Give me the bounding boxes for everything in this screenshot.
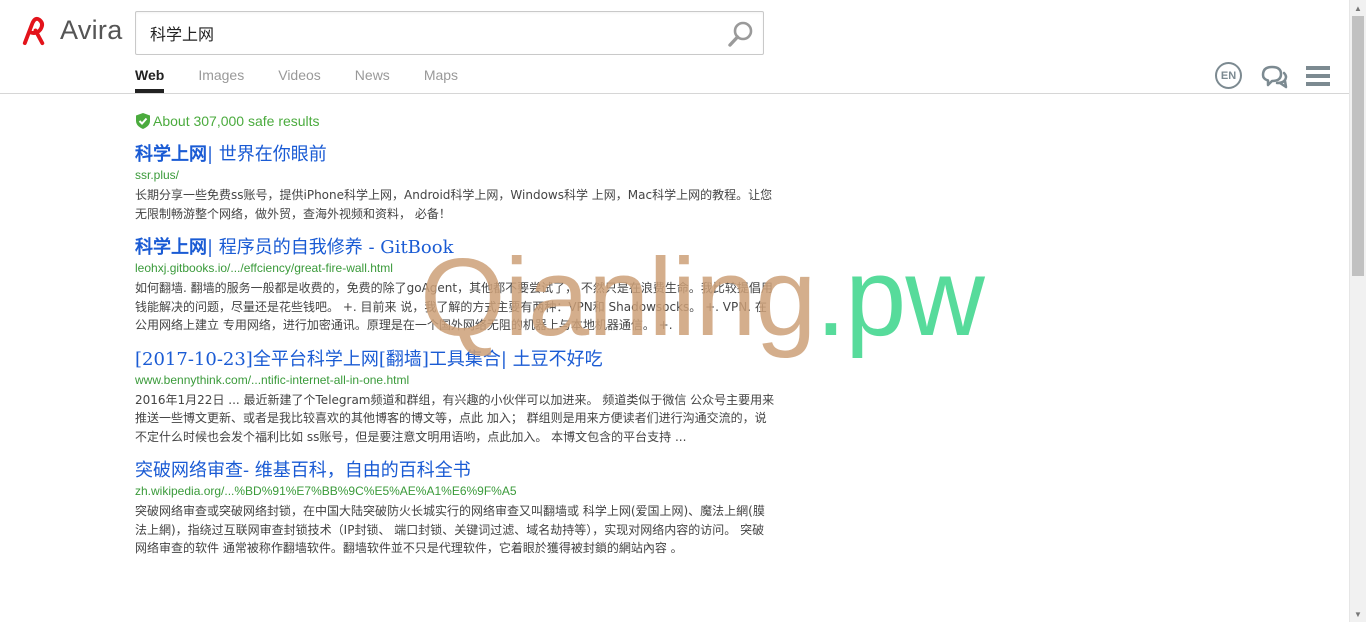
result-snippet: 长期分享一些免费ss账号，提供iPhone科学上网，Android科学上网，Wi… bbox=[135, 188, 773, 221]
green-shield-check-icon bbox=[136, 113, 150, 129]
results-count-text: About 307,000 safe results bbox=[153, 113, 320, 129]
tab-news[interactable]: News bbox=[355, 62, 390, 93]
result-url[interactable]: www.bennythink.com/...ntific-internet-al… bbox=[135, 372, 775, 388]
result-title-link[interactable]: [2017-10-23]全平台科学上网[翻墙]工具集合| 土豆不好吃 bbox=[135, 349, 775, 371]
search-icon[interactable] bbox=[727, 20, 755, 48]
result-title-link[interactable]: 科学上网| 世界在你眼前 bbox=[135, 144, 775, 166]
vertical-scrollbar[interactable]: ▲ ▼ bbox=[1349, 0, 1366, 622]
result-item: 科学上网| 程序员的自我修养 - GitBook leohxj.gitbooks… bbox=[135, 237, 775, 335]
scroll-down-arrow-icon[interactable]: ▼ bbox=[1350, 606, 1366, 622]
language-button[interactable]: EN bbox=[1215, 62, 1242, 89]
tab-maps[interactable]: Maps bbox=[424, 62, 458, 93]
tab-web[interactable]: Web bbox=[135, 62, 165, 93]
avira-logo[interactable]: Avira bbox=[19, 14, 123, 47]
result-snippet: 突破网络审查或突破网络封锁，在中国大陆突破防火长城实行的网络审查又叫翻墙或 科学… bbox=[135, 504, 765, 555]
search-box bbox=[135, 11, 764, 55]
hamburger-menu-icon[interactable] bbox=[1306, 65, 1330, 86]
chat-bubbles-icon[interactable] bbox=[1260, 63, 1290, 89]
header-bar: Avira Web Images Videos News Maps EN bbox=[0, 0, 1350, 94]
search-tabs: Web Images Videos News Maps bbox=[135, 62, 492, 93]
result-url[interactable]: zh.wikipedia.org/...%BD%91%E7%BB%9C%E5%A… bbox=[135, 483, 775, 499]
tab-videos[interactable]: Videos bbox=[278, 62, 321, 93]
results-list: About 307,000 safe results 科学上网| 世界在你眼前 … bbox=[135, 112, 775, 572]
result-snippet: 2016年1月22日 ... 最近新建了个Telegram频道和群组，有兴趣的小… bbox=[135, 392, 775, 444]
avira-umbrella-icon bbox=[22, 16, 45, 46]
brand-name: Avira bbox=[60, 15, 123, 45]
result-title-link[interactable]: 突破网络审查- 维基百科，自由的百科全书 bbox=[135, 460, 775, 482]
result-url[interactable]: ssr.plus/ bbox=[135, 167, 775, 183]
result-item: 突破网络审查- 维基百科，自由的百科全书 zh.wikipedia.org/..… bbox=[135, 460, 775, 558]
tab-images[interactable]: Images bbox=[198, 62, 244, 93]
result-url[interactable]: leohxj.gitbooks.io/.../effciency/great-f… bbox=[135, 260, 775, 276]
result-title-link[interactable]: 科学上网| 程序员的自我修养 - GitBook bbox=[135, 237, 775, 259]
results-count: About 307,000 safe results bbox=[135, 112, 775, 130]
result-snippet: 如何翻墙. 翻墙的服务一般都是收费的，免费的除了goAgent，其他都不要尝试了… bbox=[135, 281, 773, 332]
result-item: [2017-10-23]全平台科学上网[翻墙]工具集合| 土豆不好吃 www.b… bbox=[135, 349, 775, 447]
search-input[interactable] bbox=[150, 12, 710, 54]
header-actions: EN bbox=[1215, 62, 1330, 89]
scroll-up-arrow-icon[interactable]: ▲ bbox=[1350, 0, 1366, 16]
scroll-thumb[interactable] bbox=[1352, 16, 1364, 276]
result-item: 科学上网| 世界在你眼前 ssr.plus/ 长期分享一些免费ss账号，提供iP… bbox=[135, 144, 775, 223]
